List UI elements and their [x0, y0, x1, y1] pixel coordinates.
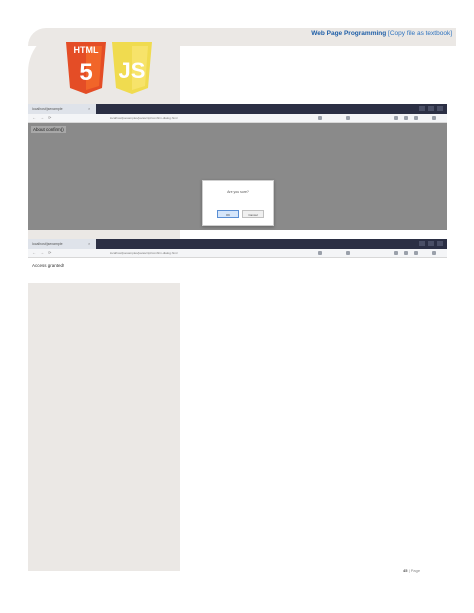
- html5-js-logo: HTML 5 JS: [66, 42, 152, 94]
- confirm-dialog: Are you sure? OK Cancel: [202, 180, 274, 226]
- dialog-message: Are you sure?: [227, 190, 249, 194]
- page-header-title: Web Page Programming [Copy file as textb…: [311, 30, 452, 37]
- browser-tab-strip: localhost/jsexample ×: [28, 104, 447, 114]
- browser-tab-label: localhost/jsexample: [32, 242, 63, 246]
- extension-icon[interactable]: [346, 116, 350, 120]
- settings-icon[interactable]: [414, 116, 418, 120]
- browser-address-bar: ← → ⟳ localhost/jsexamples/javascript/co…: [28, 114, 447, 123]
- browser-screenshot-result: localhost/jsexample × ← → ⟳ localhost/js…: [28, 239, 447, 283]
- js-logo-text: JS: [119, 58, 146, 83]
- reload-icon[interactable]: ⟳: [48, 115, 51, 121]
- settings-icon[interactable]: [414, 251, 418, 255]
- bookmark-star-icon[interactable]: [318, 251, 322, 255]
- browser-address-bar: ← → ⟳ localhost/jsexamples/javascript/co…: [28, 249, 447, 258]
- header-title-text: Web Page Programming: [311, 30, 387, 37]
- reload-icon[interactable]: ⟳: [48, 250, 51, 256]
- forward-arrow-icon[interactable]: →: [40, 115, 44, 121]
- window-close-icon[interactable]: [437, 106, 443, 111]
- maximize-icon[interactable]: [428, 241, 434, 246]
- page-number: 45 | Page: [403, 568, 420, 573]
- bookmark-star-icon[interactable]: [318, 116, 322, 120]
- ok-button[interactable]: OK: [217, 210, 239, 218]
- url-field[interactable]: localhost/jsexamples/javascript/confirm-…: [110, 250, 250, 256]
- minimize-icon[interactable]: [419, 106, 425, 111]
- browser-page-body: Access granted!: [28, 258, 447, 283]
- extension-icon[interactable]: [346, 251, 350, 255]
- html5-logo-number: 5: [79, 59, 92, 86]
- access-granted-text: Access granted!: [32, 263, 65, 268]
- maximize-icon[interactable]: [428, 106, 434, 111]
- cancel-button[interactable]: Cancel: [242, 210, 264, 218]
- page-number-label: | Page: [408, 568, 421, 573]
- overlay-page-text: About confirm(): [31, 126, 66, 133]
- page-number-value: 45: [403, 568, 408, 573]
- back-arrow-icon[interactable]: ←: [32, 250, 36, 256]
- download-icon[interactable]: [394, 251, 398, 255]
- window-close-icon[interactable]: [437, 241, 443, 246]
- browser-tab-label: localhost/jsexample: [32, 107, 63, 111]
- modal-overlay: About confirm() Are you sure? OK Cancel: [28, 123, 447, 230]
- menu-icon[interactable]: [432, 116, 436, 120]
- tab-close-icon[interactable]: ×: [88, 104, 90, 114]
- html5-logo-text: HTML: [74, 45, 99, 55]
- browser-tab[interactable]: localhost/jsexample ×: [28, 239, 96, 249]
- header-subtitle-text: [Copy file as textbook]: [388, 30, 452, 37]
- url-field[interactable]: localhost/jsexamples/javascript/confirm-…: [110, 115, 250, 121]
- browser-screenshot-confirm: localhost/jsexample × ← → ⟳ localhost/js…: [28, 104, 447, 230]
- browser-tab[interactable]: localhost/jsexample ×: [28, 104, 96, 114]
- html5-shield-icon: HTML 5: [66, 42, 106, 94]
- profile-icon[interactable]: [404, 116, 408, 120]
- forward-arrow-icon[interactable]: →: [40, 250, 44, 256]
- browser-tab-strip: localhost/jsexample ×: [28, 239, 447, 249]
- minimize-icon[interactable]: [419, 241, 425, 246]
- profile-icon[interactable]: [404, 251, 408, 255]
- js-shield-icon: JS: [112, 42, 152, 94]
- tab-close-icon[interactable]: ×: [88, 239, 90, 249]
- back-arrow-icon[interactable]: ←: [32, 115, 36, 121]
- download-icon[interactable]: [394, 116, 398, 120]
- menu-icon[interactable]: [432, 251, 436, 255]
